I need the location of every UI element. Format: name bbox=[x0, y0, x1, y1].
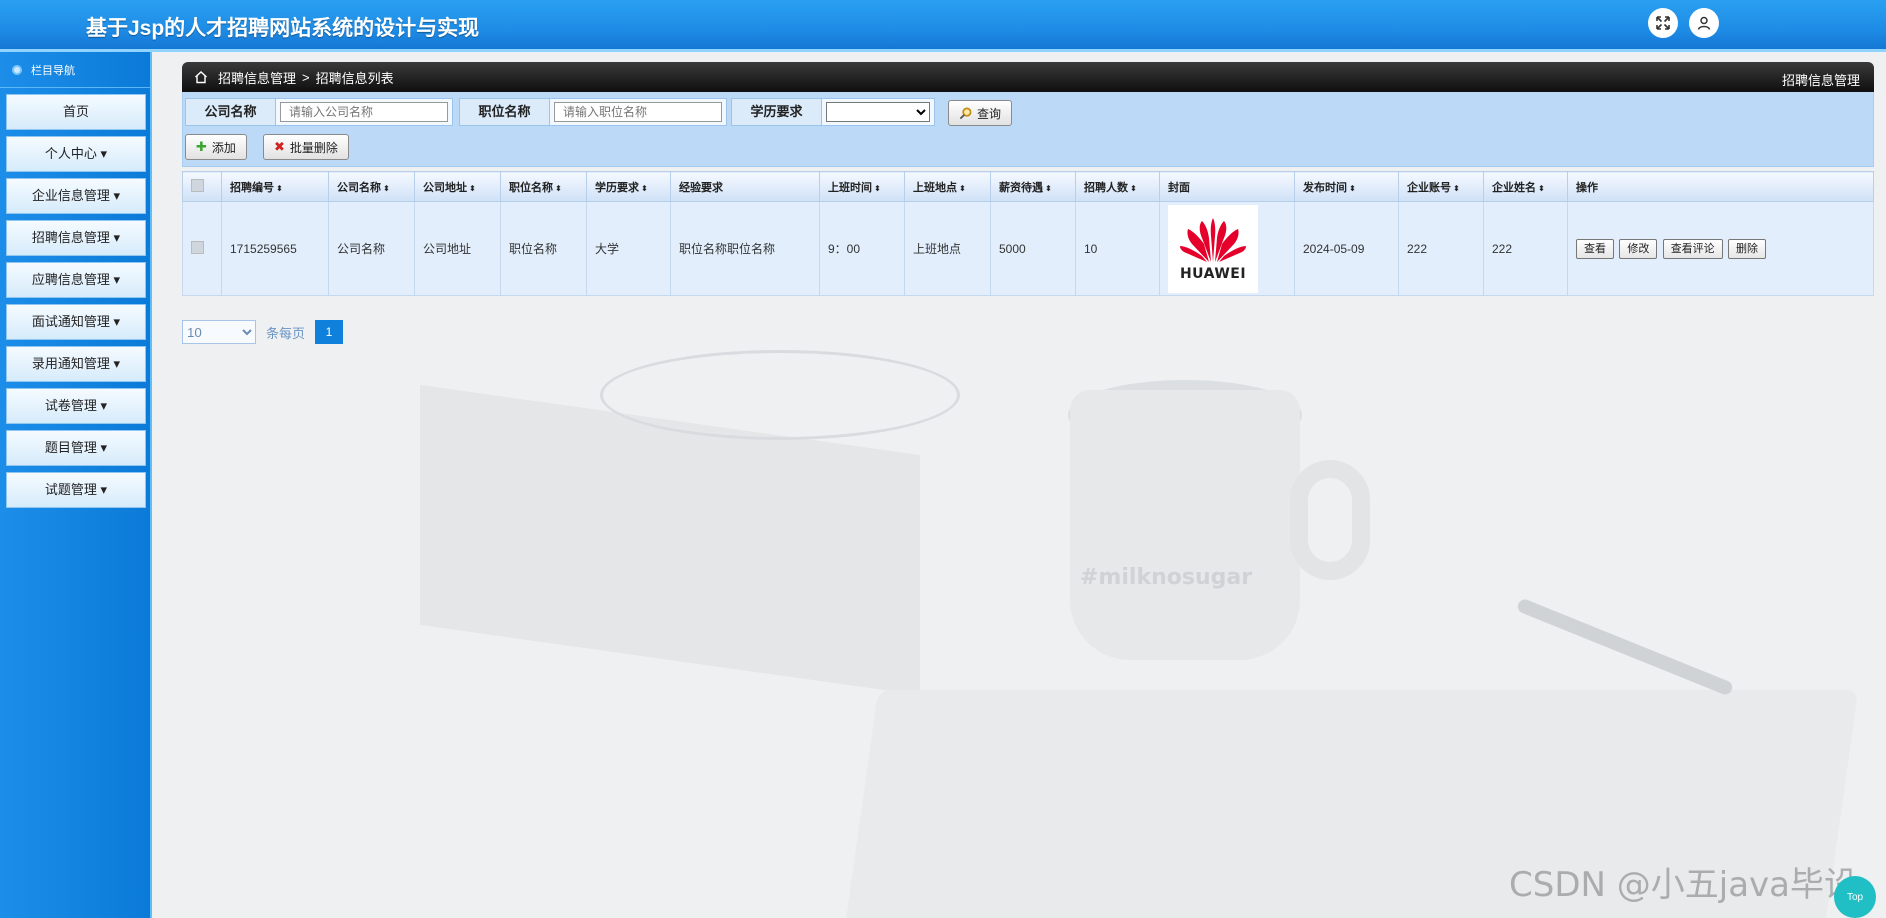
col-header-work-time[interactable]: 上班时间 ⬍ bbox=[819, 171, 905, 202]
breadcrumb-separator: > bbox=[302, 69, 310, 85]
col-header-location[interactable]: 上班地点 ⬍ bbox=[904, 171, 991, 202]
main-content: 招聘信息管理 > 招聘信息列表 招聘信息管理 公司名称 职位名称 学历要求 查询… bbox=[182, 62, 1874, 344]
recruitment-table: 招聘编号 ⬍ 公司名称 ⬍ 公司地址 ⬍ 职位名称 ⬍ 学历要求 ⬍ 经验要求 上班时间 ⬍… bbox=[182, 171, 1874, 296]
cell-account: 222 bbox=[1398, 201, 1484, 296]
cell-experience: 职位名称职位名称 bbox=[670, 201, 820, 296]
app-title: 基于Jsp的人才招聘网站系统的设计与实现 bbox=[86, 17, 480, 40]
sidebar-item-test-question[interactable]: 试题管理 ▾ bbox=[6, 472, 146, 508]
view-button[interactable]: 查看 bbox=[1576, 238, 1614, 259]
user-icon bbox=[1697, 16, 1711, 30]
cell-company: 公司名称 bbox=[328, 201, 415, 296]
col-header-cover: 封面 bbox=[1159, 171, 1295, 202]
add-button-label: 添加 bbox=[211, 140, 236, 155]
company-filter: 公司名称 bbox=[185, 98, 453, 126]
col-header-company[interactable]: 公司名称 ⬍ bbox=[328, 171, 415, 202]
watermark: CSDN @小五java毕设 bbox=[1509, 865, 1858, 905]
breadcrumb-level1[interactable]: 招聘信息管理 bbox=[218, 68, 296, 87]
page-number-current[interactable]: 1 bbox=[315, 320, 344, 344]
cell-address: 公司地址 bbox=[414, 201, 501, 296]
breadcrumb-level2: 招聘信息列表 bbox=[315, 70, 394, 86]
col-header-actions: 操作 bbox=[1567, 171, 1874, 202]
cell-publish-date: 2024-05-09 bbox=[1294, 201, 1399, 296]
query-button[interactable]: 查询 bbox=[948, 100, 1013, 126]
col-header-salary[interactable]: 薪资待遇 ⬍ bbox=[990, 171, 1076, 202]
sidebar-item-offer-notice[interactable]: 录用通知管理 ▾ bbox=[6, 346, 146, 382]
education-filter: 学历要求 bbox=[731, 98, 935, 126]
add-button[interactable]: ✚ 添加 bbox=[185, 134, 247, 160]
sidebar-item-exam-paper[interactable]: 试卷管理 ▾ bbox=[6, 388, 146, 424]
cover-image[interactable]: HUAWEI bbox=[1168, 204, 1258, 293]
education-select[interactable] bbox=[826, 102, 930, 122]
select-all-checkbox[interactable] bbox=[191, 178, 204, 192]
position-filter: 职位名称 bbox=[459, 98, 727, 126]
cell-id: 1715259565 bbox=[221, 201, 329, 296]
row-checkbox-cell[interactable] bbox=[182, 201, 222, 296]
huawei-logo-icon bbox=[1180, 217, 1246, 262]
expand-icon bbox=[1656, 16, 1670, 30]
close-icon: ✖ bbox=[274, 139, 285, 154]
cell-work-time: 9：00 bbox=[819, 201, 905, 296]
table-row: 1715259565 公司名称 公司地址 职位名称 大学 职位名称职位名称 9：… bbox=[182, 201, 1874, 296]
sidebar-header: 栏目导航 bbox=[0, 52, 150, 88]
col-header-id[interactable]: 招聘编号 ⬍ bbox=[221, 171, 329, 202]
sidebar-item-personal-center[interactable]: 个人中心 ▾ bbox=[6, 136, 146, 172]
search-panel: 公司名称 职位名称 学历要求 查询 ✚ 添加 ✖ 批量删除 bbox=[182, 92, 1874, 167]
col-header-publish-date[interactable]: 发布时间 ⬍ bbox=[1294, 171, 1399, 202]
delete-button[interactable]: 删除 bbox=[1728, 238, 1767, 259]
sidebar-item-recruitment-info[interactable]: 招聘信息管理 ▾ bbox=[6, 220, 146, 256]
sidebar-item-question[interactable]: 题目管理 ▾ bbox=[6, 430, 146, 466]
sidebar-item-application-info[interactable]: 应聘信息管理 ▾ bbox=[6, 262, 146, 298]
sidebar-header-label: 栏目导航 bbox=[31, 64, 75, 77]
top-header: 基于Jsp的人才招聘网站系统的设计与实现 bbox=[0, 0, 1886, 52]
cell-location: 上班地点 bbox=[904, 201, 991, 296]
page-size-select[interactable]: 10 bbox=[182, 320, 256, 344]
cell-count: 10 bbox=[1075, 201, 1160, 296]
fullscreen-button[interactable] bbox=[1648, 8, 1678, 38]
sidebar-item-home[interactable]: 首页 bbox=[6, 94, 146, 130]
user-button[interactable] bbox=[1689, 8, 1719, 38]
company-label: 公司名称 bbox=[186, 99, 276, 125]
col-header-position[interactable]: 职位名称 ⬍ bbox=[500, 171, 587, 202]
back-to-top-button[interactable]: Top bbox=[1834, 876, 1876, 918]
position-search-input[interactable] bbox=[554, 102, 722, 122]
table-header-row: 招聘编号 ⬍ 公司名称 ⬍ 公司地址 ⬍ 职位名称 ⬍ 学历要求 ⬍ 经验要求 上班时间 ⬍… bbox=[182, 171, 1874, 202]
search-icon bbox=[959, 107, 972, 119]
company-search-input[interactable] bbox=[280, 102, 448, 122]
col-header-education[interactable]: 学历要求 ⬍ bbox=[586, 171, 671, 202]
batch-delete-button[interactable]: ✖ 批量删除 bbox=[263, 134, 349, 160]
col-header-experience: 经验要求 bbox=[670, 171, 820, 202]
col-header-address[interactable]: 公司地址 ⬍ bbox=[414, 171, 501, 202]
sidebar-item-interview-notice[interactable]: 面试通知管理 ▾ bbox=[6, 304, 146, 340]
batch-delete-button-label: 批量删除 bbox=[289, 140, 338, 155]
plus-icon: ✚ bbox=[196, 139, 207, 154]
nav-dot-icon bbox=[12, 64, 22, 75]
cover-brand-text: HUAWEI bbox=[1179, 265, 1247, 282]
col-header-name[interactable]: 企业姓名 ⬍ bbox=[1483, 171, 1568, 202]
cell-cover: HUAWEI bbox=[1159, 201, 1295, 296]
row-checkbox[interactable] bbox=[191, 240, 204, 254]
pagination: 10 条每页 1 bbox=[182, 320, 1874, 344]
breadcrumb: 招聘信息管理 > 招聘信息列表 招聘信息管理 bbox=[182, 62, 1874, 92]
home-icon[interactable] bbox=[194, 70, 208, 84]
cell-position: 职位名称 bbox=[500, 201, 587, 296]
select-all-checkbox-cell[interactable] bbox=[182, 171, 222, 202]
col-header-account[interactable]: 企业账号 ⬍ bbox=[1398, 171, 1484, 202]
sidebar-item-company-info[interactable]: 企业信息管理 ▾ bbox=[6, 178, 146, 214]
cell-education: 大学 bbox=[586, 201, 671, 296]
view-comments-button[interactable]: 查看评论 bbox=[1662, 238, 1723, 259]
per-page-label: 条每页 bbox=[266, 325, 306, 341]
cell-name: 222 bbox=[1483, 201, 1568, 296]
education-label: 学历要求 bbox=[732, 99, 822, 125]
query-button-label: 查询 bbox=[977, 106, 1002, 121]
sidebar: 栏目导航 首页 个人中心 ▾ 企业信息管理 ▾ 招聘信息管理 ▾ 应聘信息管理 … bbox=[0, 52, 152, 918]
cell-salary: 5000 bbox=[990, 201, 1076, 296]
edit-button[interactable]: 修改 bbox=[1619, 238, 1658, 259]
position-label: 职位名称 bbox=[460, 99, 550, 125]
section-title: 招聘信息管理 bbox=[1781, 73, 1860, 88]
cell-actions: 查看 修改 查看评论 删除 bbox=[1567, 201, 1874, 296]
col-header-count[interactable]: 招聘人数 ⬍ bbox=[1075, 171, 1160, 202]
